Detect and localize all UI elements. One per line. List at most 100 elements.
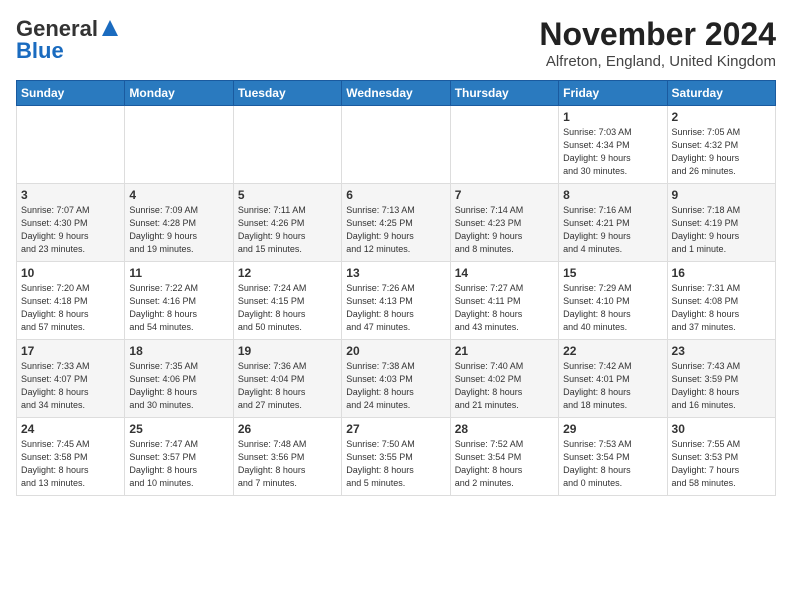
logo-blue: Blue [16, 38, 64, 64]
table-row: 6Sunrise: 7:13 AM Sunset: 4:25 PM Daylig… [342, 184, 450, 262]
table-row [450, 106, 558, 184]
table-row [17, 106, 125, 184]
day-info: Sunrise: 7:13 AM Sunset: 4:25 PM Dayligh… [346, 204, 445, 256]
table-row: 1 Sunrise: 7:03 AM Sunset: 4:34 PM Daylig… [559, 106, 667, 184]
day-number: 16 [672, 266, 771, 280]
day-info: Sunrise: 7:03 AM Sunset: 4:34 PM Dayligh… [563, 126, 662, 178]
day-info: Sunrise: 7:52 AM Sunset: 3:54 PM Dayligh… [455, 438, 554, 490]
table-row: 13 Sunrise: 7:26 AM Sunset: 4:13 PM Dayli… [342, 262, 450, 340]
day-info: Sunrise: 7:36 AM Sunset: 4:04 PM Dayligh… [238, 360, 337, 412]
day-number: 2 [672, 110, 771, 124]
day-number: 10 [21, 266, 120, 280]
day-info: Sunrise: 7:53 AM Sunset: 3:54 PM Dayligh… [563, 438, 662, 490]
calendar-week-row: 10 Sunrise: 7:20 AM Sunset: 4:18 PM Dayli… [17, 262, 776, 340]
calendar-header-row: Sunday Monday Tuesday Wednesday Thursday… [17, 81, 776, 106]
col-friday: Friday [559, 81, 667, 106]
table-row: 10 Sunrise: 7:20 AM Sunset: 4:18 PM Dayli… [17, 262, 125, 340]
calendar-location: Alfreton, England, United Kingdom [539, 53, 776, 70]
day-number: 20 [346, 344, 445, 358]
day-info: Sunrise: 7:33 AM Sunset: 4:07 PM Dayligh… [21, 360, 120, 412]
table-row: 2 Sunrise: 7:05 AM Sunset: 4:32 PM Daylig… [667, 106, 775, 184]
day-info: Sunrise: 7:42 AM Sunset: 4:01 PM Dayligh… [563, 360, 662, 412]
title-block: November 2024 Alfreton, England, United … [539, 16, 776, 70]
day-number: 7 [455, 188, 554, 202]
day-info: Sunrise: 7:16 AM Sunset: 4:21 PM Dayligh… [563, 204, 662, 256]
day-info: Sunrise: 7:14 AM Sunset: 4:23 PM Dayligh… [455, 204, 554, 256]
table-row: 12Sunrise: 7:24 AM Sunset: 4:15 PM Dayli… [233, 262, 341, 340]
table-row [342, 106, 450, 184]
calendar-body: 1 Sunrise: 7:03 AM Sunset: 4:34 PM Daylig… [17, 106, 776, 496]
day-info: Sunrise: 7:50 AM Sunset: 3:55 PM Dayligh… [346, 438, 445, 490]
table-row: 18 Sunrise: 7:35 AM Sunset: 4:06 PM Dayli… [125, 340, 233, 418]
table-row: 8 Sunrise: 7:16 AM Sunset: 4:21 PM Daylig… [559, 184, 667, 262]
day-info: Sunrise: 7:11 AM Sunset: 4:26 PM Dayligh… [238, 204, 337, 256]
calendar-week-row: 17 Sunrise: 7:33 AM Sunset: 4:07 PM Dayli… [17, 340, 776, 418]
day-number: 28 [455, 422, 554, 436]
day-info: Sunrise: 7:48 AM Sunset: 3:56 PM Dayligh… [238, 438, 337, 490]
calendar-week-row: 24 Sunrise: 7:45 AM Sunset: 3:58 PM Dayli… [17, 418, 776, 496]
day-number: 29 [563, 422, 662, 436]
col-thursday: Thursday [450, 81, 558, 106]
day-info: Sunrise: 7:07 AM Sunset: 4:30 PM Dayligh… [21, 204, 120, 256]
day-info: Sunrise: 7:55 AM Sunset: 3:53 PM Dayligh… [672, 438, 771, 490]
calendar-week-row: 1 Sunrise: 7:03 AM Sunset: 4:34 PM Daylig… [17, 106, 776, 184]
table-row: 23Sunrise: 7:43 AM Sunset: 3:59 PM Dayli… [667, 340, 775, 418]
table-row: 25 Sunrise: 7:47 AM Sunset: 3:57 PM Dayli… [125, 418, 233, 496]
table-row: 29 Sunrise: 7:53 AM Sunset: 3:54 PM Dayli… [559, 418, 667, 496]
table-row: 28 Sunrise: 7:52 AM Sunset: 3:54 PM Dayli… [450, 418, 558, 496]
day-info: Sunrise: 7:22 AM Sunset: 4:16 PM Dayligh… [129, 282, 228, 334]
table-row: 19Sunrise: 7:36 AM Sunset: 4:04 PM Dayli… [233, 340, 341, 418]
table-row: 26 Sunrise: 7:48 AM Sunset: 3:56 PM Dayli… [233, 418, 341, 496]
day-number: 21 [455, 344, 554, 358]
day-number: 12 [238, 266, 337, 280]
logo-triangle-icon [101, 19, 119, 42]
day-info: Sunrise: 7:09 AM Sunset: 4:28 PM Dayligh… [129, 204, 228, 256]
day-number: 25 [129, 422, 228, 436]
table-row: 14Sunrise: 7:27 AM Sunset: 4:11 PM Dayli… [450, 262, 558, 340]
day-info: Sunrise: 7:05 AM Sunset: 4:32 PM Dayligh… [672, 126, 771, 178]
col-saturday: Saturday [667, 81, 775, 106]
day-number: 13 [346, 266, 445, 280]
table-row [125, 106, 233, 184]
table-row: 9Sunrise: 7:18 AM Sunset: 4:19 PM Daylig… [667, 184, 775, 262]
day-number: 9 [672, 188, 771, 202]
day-info: Sunrise: 7:31 AM Sunset: 4:08 PM Dayligh… [672, 282, 771, 334]
table-row: 11 Sunrise: 7:22 AM Sunset: 4:16 PM Dayli… [125, 262, 233, 340]
col-sunday: Sunday [17, 81, 125, 106]
table-row: 15Sunrise: 7:29 AM Sunset: 4:10 PM Dayli… [559, 262, 667, 340]
header: General Blue November 2024 Alfreton, Eng… [16, 16, 776, 70]
day-info: Sunrise: 7:43 AM Sunset: 3:59 PM Dayligh… [672, 360, 771, 412]
col-wednesday: Wednesday [342, 81, 450, 106]
day-number: 8 [563, 188, 662, 202]
table-row: 7 Sunrise: 7:14 AM Sunset: 4:23 PM Daylig… [450, 184, 558, 262]
table-row [233, 106, 341, 184]
day-number: 27 [346, 422, 445, 436]
day-info: Sunrise: 7:38 AM Sunset: 4:03 PM Dayligh… [346, 360, 445, 412]
calendar-week-row: 3 Sunrise: 7:07 AM Sunset: 4:30 PM Daylig… [17, 184, 776, 262]
day-number: 5 [238, 188, 337, 202]
day-number: 1 [563, 110, 662, 124]
day-number: 3 [21, 188, 120, 202]
day-number: 22 [563, 344, 662, 358]
table-row: 27 Sunrise: 7:50 AM Sunset: 3:55 PM Dayli… [342, 418, 450, 496]
table-row: 21Sunrise: 7:40 AM Sunset: 4:02 PM Dayli… [450, 340, 558, 418]
day-number: 26 [238, 422, 337, 436]
logo: General Blue [16, 16, 119, 64]
calendar-title: November 2024 [539, 16, 776, 53]
day-number: 14 [455, 266, 554, 280]
table-row: 22 Sunrise: 7:42 AM Sunset: 4:01 PM Dayli… [559, 340, 667, 418]
day-info: Sunrise: 7:20 AM Sunset: 4:18 PM Dayligh… [21, 282, 120, 334]
day-number: 17 [21, 344, 120, 358]
col-tuesday: Tuesday [233, 81, 341, 106]
table-row: 17 Sunrise: 7:33 AM Sunset: 4:07 PM Dayli… [17, 340, 125, 418]
day-number: 18 [129, 344, 228, 358]
day-info: Sunrise: 7:35 AM Sunset: 4:06 PM Dayligh… [129, 360, 228, 412]
day-info: Sunrise: 7:45 AM Sunset: 3:58 PM Dayligh… [21, 438, 120, 490]
day-info: Sunrise: 7:26 AM Sunset: 4:13 PM Dayligh… [346, 282, 445, 334]
table-row: 5 Sunrise: 7:11 AM Sunset: 4:26 PM Daylig… [233, 184, 341, 262]
day-number: 24 [21, 422, 120, 436]
day-number: 11 [129, 266, 228, 280]
day-info: Sunrise: 7:47 AM Sunset: 3:57 PM Dayligh… [129, 438, 228, 490]
day-info: Sunrise: 7:29 AM Sunset: 4:10 PM Dayligh… [563, 282, 662, 334]
day-number: 4 [129, 188, 228, 202]
